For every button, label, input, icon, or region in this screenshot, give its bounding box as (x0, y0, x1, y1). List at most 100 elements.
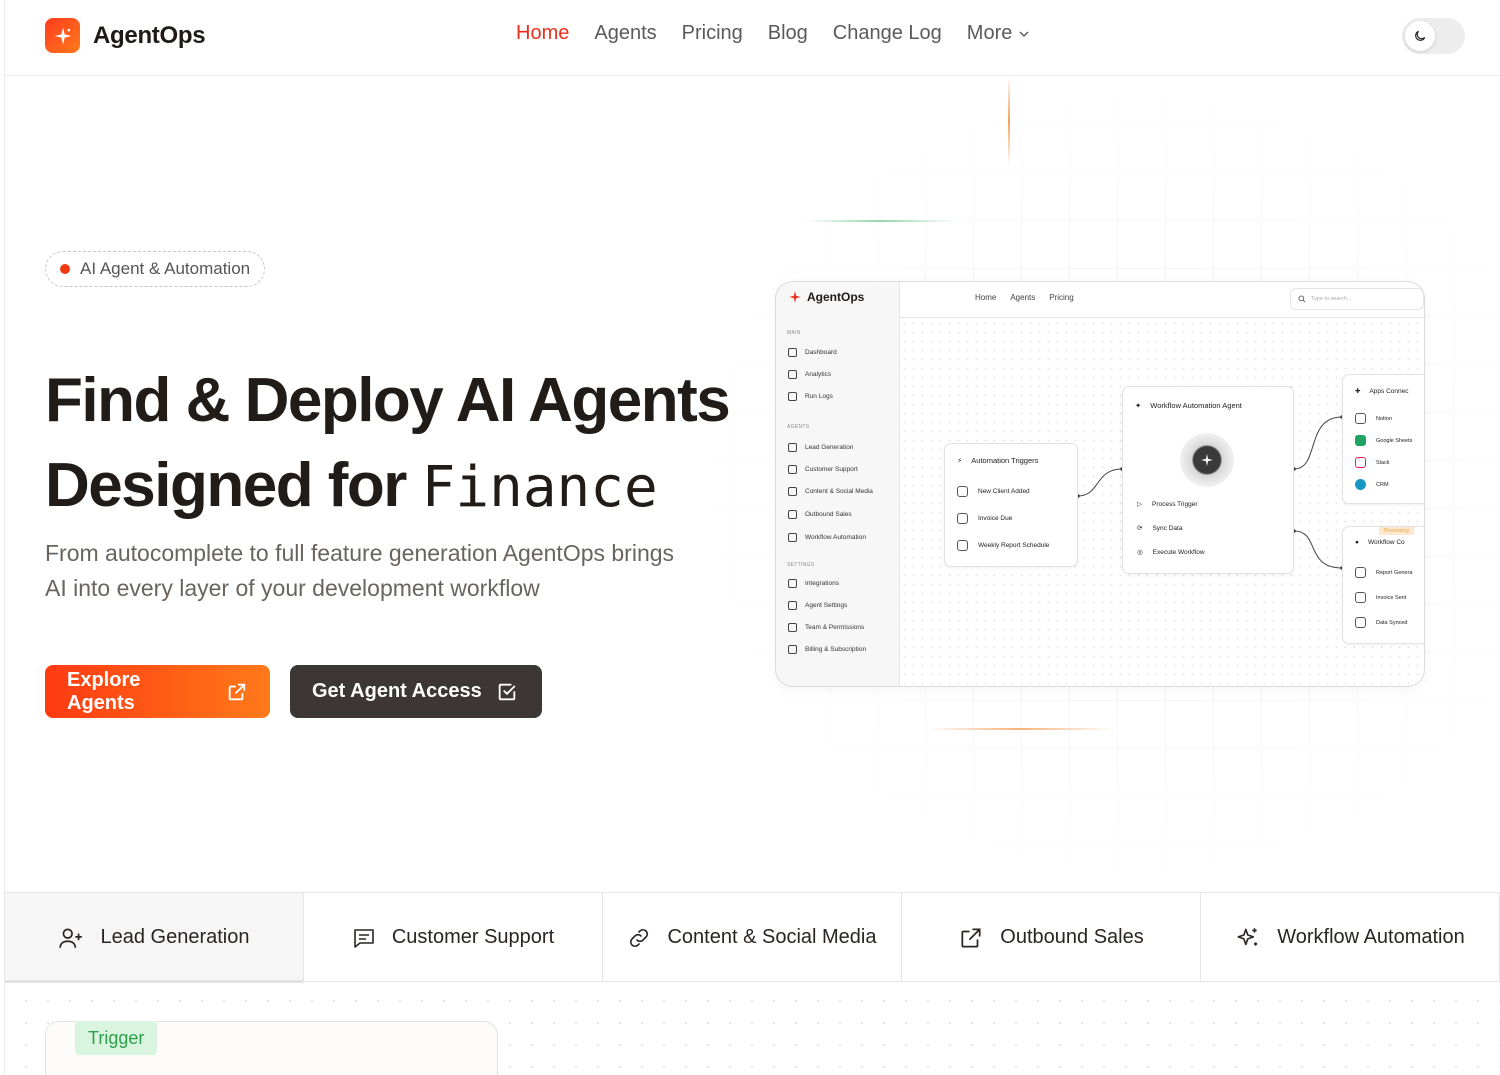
get-agent-access-button[interactable]: Get Agent Access (290, 665, 542, 718)
external-link-icon (228, 683, 246, 700)
mockup-search-input[interactable]: Type to search... (1290, 288, 1424, 310)
tab-lead-generation[interactable]: Lead Generation (5, 893, 304, 983)
sidebar-item-label: Agent Settings (805, 602, 848, 609)
sidebar-item-content-social[interactable]: Content & Social Media (788, 487, 873, 496)
workflow-agent-card[interactable]: ✦ Workflow Automation Agent ▷ Process Trig… (1122, 386, 1294, 574)
plug-icon (788, 579, 797, 588)
sidebar-item-integrations[interactable]: Integrations (788, 579, 839, 588)
mockup-nav-agents[interactable]: Agents (1010, 293, 1035, 302)
sparkle-logo-icon (45, 18, 80, 53)
tab-label: Workflow Automation (1277, 926, 1465, 948)
dashboard-mockup: AgentOps MAIN Dashboard Analytics Run Lo… (775, 281, 1425, 687)
external-link-icon (961, 927, 981, 948)
result-row-label: Invoice Sent (1376, 594, 1407, 601)
explore-agents-button[interactable]: Explore Agents (45, 665, 270, 718)
agent-step-row: ⟳ Sync Data (1137, 524, 1182, 533)
sidebar-item-run-logs[interactable]: Run Logs (788, 392, 833, 401)
gear-icon (788, 601, 797, 610)
sidebar-item-workflow-automation[interactable]: Workflow Automation (788, 533, 866, 542)
agent-step-label: Process Trigger (1152, 500, 1198, 508)
tab-label: Customer Support (391, 926, 555, 948)
card-title: ✦ Workflow Automation Agent (1135, 401, 1242, 410)
sidebar-item-agent-settings[interactable]: Agent Settings (788, 601, 847, 610)
app-row: Google Sheets (1355, 435, 1412, 446)
sidebar-item-outbound-sales[interactable]: Outbound Sales (788, 510, 852, 519)
trigger-row-label: New Client Added (978, 488, 1030, 495)
main-nav: Home Agents Pricing Blog Change Log More (516, 22, 1030, 45)
nav-link-home[interactable]: Home (516, 22, 569, 45)
tab-label: Content & Social Media (667, 926, 877, 948)
nav-link-agents[interactable]: Agents (594, 22, 656, 45)
nav-more-dropdown[interactable]: More (967, 22, 1031, 45)
sidebar-section-settings: SETTINGS (787, 562, 815, 568)
moon-icon (1405, 21, 1435, 51)
get-agent-access-label: Get Agent Access (312, 680, 482, 702)
chevron-down-icon (1019, 30, 1029, 37)
workflow-preview-section: Trigger (4, 982, 1500, 1075)
chat-icon (788, 465, 797, 474)
tab-outbound-sales[interactable]: Outbound Sales (902, 893, 1201, 982)
play-icon: ▷ (1137, 501, 1142, 508)
mockup-nav-home[interactable]: Home (975, 293, 996, 302)
agent-core-icon (1180, 433, 1234, 487)
sidebar-item-label: Outbound Sales (805, 511, 852, 518)
mockup-brand: AgentOps (788, 290, 864, 304)
search-icon (1298, 295, 1306, 303)
puzzle-icon: ✚ (1355, 388, 1361, 395)
document-icon (788, 392, 797, 401)
result-row: Data Synced (1355, 617, 1408, 628)
theme-toggle[interactable] (1402, 18, 1465, 54)
automation-triggers-card[interactable]: ⚡ Automation Triggers New Client Added In… (944, 443, 1078, 567)
agent-category-tabs: Lead Generation Customer Support Content… (4, 892, 1500, 983)
workflow-step-card: Trigger (45, 1021, 498, 1075)
user-add-icon (957, 486, 968, 497)
result-row-label: Report Genera (1376, 569, 1413, 576)
nav-link-pricing[interactable]: Pricing (682, 22, 743, 45)
sparkle-icon (789, 291, 801, 303)
sidebar-item-analytics[interactable]: Analytics (788, 370, 831, 379)
sidebar-item-dashboard[interactable]: Dashboard (788, 348, 837, 357)
workflow-complete-card[interactable]: Processing ● Workflow Co Report Genera In… (1342, 526, 1424, 644)
link-icon (630, 928, 649, 947)
home-icon (788, 348, 797, 357)
cloud-crm-icon (1355, 479, 1366, 490)
card-title-label: Automation Triggers (971, 456, 1039, 465)
apps-connected-card[interactable]: ✚ Apps Connec Notion Google Sheets Slack … (1342, 374, 1424, 504)
card-title-label: Apps Connec (1369, 387, 1409, 395)
calendar-icon (957, 540, 968, 551)
nav-link-blog[interactable]: Blog (768, 22, 808, 45)
card-title: ● Workflow Co (1355, 539, 1405, 546)
sparkle-icon: ✦ (1135, 401, 1142, 410)
sidebar-item-customer-support[interactable]: Customer Support (788, 465, 858, 474)
tab-content-social-media[interactable]: Content & Social Media (603, 893, 902, 982)
google-sheets-icon (1355, 435, 1366, 446)
mockup-nav-pricing[interactable]: Pricing (1049, 293, 1073, 302)
sidebar-item-billing[interactable]: Billing & Subscription (788, 645, 866, 654)
send-icon (788, 510, 797, 519)
sidebar-item-team-permissions[interactable]: Team & Permissions (788, 623, 864, 632)
headline-rotating-word: Finance (421, 455, 658, 520)
sidebar-item-label: Integrations (805, 580, 839, 587)
message-square-icon (354, 928, 374, 948)
tab-customer-support[interactable]: Customer Support (304, 893, 603, 982)
tab-workflow-automation[interactable]: Workflow Automation (1201, 893, 1500, 982)
check-badge-icon: ● (1355, 539, 1359, 546)
nav-link-change-log[interactable]: Change Log (833, 22, 942, 45)
pen-icon (788, 487, 797, 496)
brand-logo[interactable]: AgentOps (45, 18, 206, 53)
mockup-brand-name: AgentOps (807, 290, 865, 304)
tab-label: Outbound Sales (1000, 926, 1144, 948)
card-title: ⚡ Automation Triggers (957, 456, 1038, 465)
check-circle-icon: ◎ (1137, 549, 1143, 556)
sidebar-item-label: Lead Generation (805, 444, 854, 451)
slack-icon (1355, 457, 1366, 468)
tab-label: Lead Generation (100, 926, 250, 948)
sidebar-item-label: Customer Support (805, 466, 858, 473)
sidebar-item-lead-generation[interactable]: Lead Generation (788, 443, 853, 452)
mockup-nav: Home Agents Pricing (975, 293, 1074, 302)
processing-badge: Processing (1379, 527, 1414, 535)
search-placeholder: Type to search... (1311, 296, 1352, 302)
database-icon (1355, 617, 1366, 628)
trigger-row-label: Invoice Due (978, 515, 1013, 522)
agent-step-row: ▷ Process Trigger (1137, 500, 1198, 509)
